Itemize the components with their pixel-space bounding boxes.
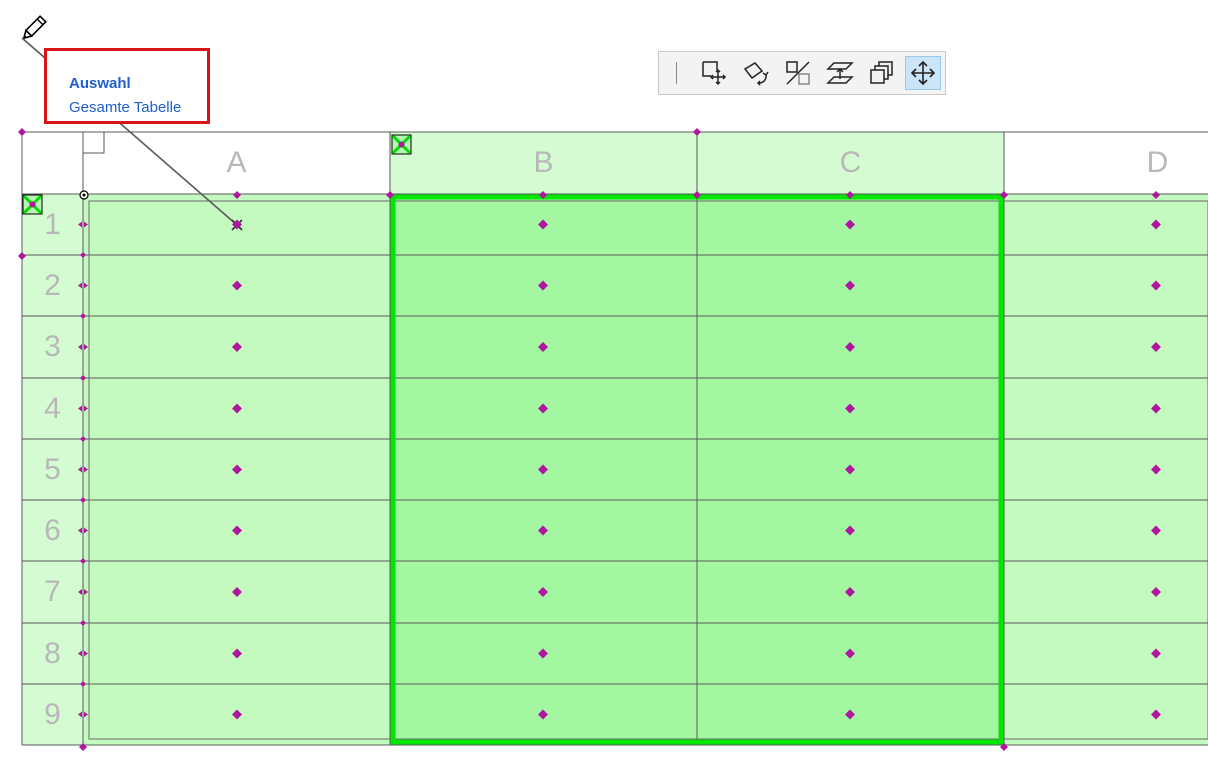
- cell-center-handle: [232, 464, 242, 475]
- row-header-7[interactable]: 7: [22, 561, 83, 622]
- cell-center-handle: [845, 464, 855, 475]
- rotate-button[interactable]: [738, 56, 774, 90]
- move-icon: [910, 60, 936, 86]
- cell-center-handle: [232, 280, 242, 291]
- elevate-icon: [826, 62, 854, 84]
- cell-center-handle: [232, 342, 242, 352]
- inner-frame: [88, 200, 1208, 740]
- pencil-cursor-icon: [22, 15, 47, 40]
- cell-center-handle: [845, 648, 855, 659]
- selection-info-panel: Auswahl Gesamte Tabelle: [44, 48, 210, 124]
- cell-center-handle: [538, 525, 548, 536]
- cell-center-handle: [1151, 587, 1161, 597]
- cell-center-handle: [1151, 709, 1161, 720]
- move-button[interactable]: [905, 56, 941, 90]
- edit-toolbar: [658, 51, 946, 95]
- row-header-3[interactable]: 3: [22, 316, 83, 377]
- cell-center-handle: [538, 219, 548, 230]
- row-header-9[interactable]: 9: [22, 684, 83, 745]
- cell-center-handle: [232, 525, 242, 536]
- bottom-edge-handle: [1000, 743, 1008, 751]
- cell-center-handle: [845, 525, 855, 536]
- multiply-copy-icon: [870, 61, 893, 84]
- cell-center-handle: [538, 280, 548, 291]
- row-header-5[interactable]: 5: [22, 439, 83, 500]
- toolbar-separator: [676, 62, 677, 84]
- selection-border: [390, 194, 1004, 745]
- header-corner-handle: [18, 128, 26, 136]
- cell-center-handle: [1151, 342, 1161, 352]
- cell-center-handle: [1151, 648, 1161, 659]
- cell-center-handle: [538, 403, 548, 414]
- elevate-button[interactable]: [822, 56, 858, 90]
- multiply-button[interactable]: [864, 56, 900, 90]
- cell-center-handle: [845, 219, 855, 230]
- cell-center-handle: [845, 587, 855, 597]
- row-header-6[interactable]: 6: [22, 500, 83, 561]
- cell-center-handle: [1151, 280, 1161, 291]
- cell-center-handle: [1151, 403, 1161, 414]
- info-title: Auswahl: [69, 75, 131, 92]
- cell-center-handle: [232, 587, 242, 597]
- cell-center-handle: [538, 342, 548, 352]
- move-drag-icon: [702, 61, 727, 86]
- rotate-icon: [743, 62, 769, 86]
- drag-button[interactable]: [696, 56, 732, 90]
- table-body-fill: [83, 194, 1208, 745]
- column-header-c[interactable]: C: [697, 132, 1004, 194]
- cell-center-handle: [232, 648, 242, 659]
- cell-center-handle: [1151, 219, 1161, 230]
- row-header-8[interactable]: 8: [22, 623, 83, 684]
- cell-center-handle: [232, 403, 242, 414]
- cell-center-handle: [845, 403, 855, 414]
- mirror-button[interactable]: [780, 56, 816, 90]
- column-header-b[interactable]: B: [390, 132, 697, 194]
- cell-center-handle: [845, 709, 855, 720]
- leader-end-cross: [231, 219, 243, 231]
- cell-center-handle: [232, 709, 242, 720]
- row-header-4[interactable]: 4: [22, 378, 83, 439]
- column-header-d[interactable]: D: [1004, 132, 1208, 194]
- mirror-icon: [786, 61, 810, 85]
- cell-center-handle: [538, 587, 548, 597]
- cell-center-handle: [538, 709, 548, 720]
- cell-center-handle: [232, 219, 242, 230]
- cell-center-handle: [845, 342, 855, 352]
- row-header-1[interactable]: 1: [22, 194, 83, 255]
- info-subtitle[interactable]: Gesamte Tabelle: [69, 99, 181, 116]
- cell-center-handle: [1151, 464, 1161, 475]
- cell-center-handle: [538, 464, 548, 475]
- column-header-a[interactable]: A: [83, 132, 390, 194]
- selection-fill: [390, 194, 1004, 745]
- cell-center-handle: [1151, 525, 1161, 536]
- cell-center-handle: [845, 280, 855, 291]
- row-header-2[interactable]: 2: [22, 255, 83, 316]
- cell-center-handle: [538, 648, 548, 659]
